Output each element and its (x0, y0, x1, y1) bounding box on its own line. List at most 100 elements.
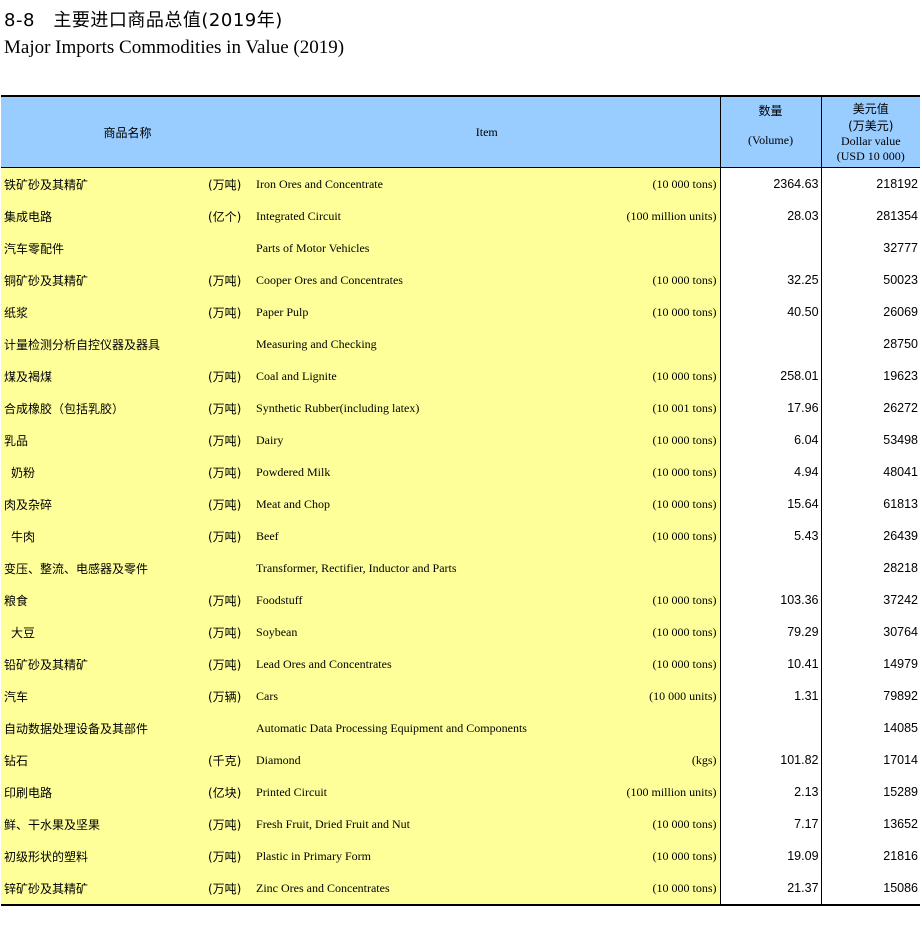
row-name-en: Zinc Ores and Concentrates (254, 872, 565, 905)
row-unit-cn: (万吨) (208, 520, 255, 552)
row-usd-value: 26069 (821, 296, 921, 328)
table-row: 汽车 (万辆) Cars (10 000 units) 1.31 79892 (1, 680, 921, 712)
row-name-cn: 煤及褐煤 (1, 360, 208, 392)
row-usd-value: 19623 (821, 360, 921, 392)
row-volume: 1.31 (720, 680, 822, 712)
row-name-en: Transformer, Rectifier, Inductor and Par… (254, 552, 565, 584)
row-name-cn: 牛肉 (1, 520, 208, 552)
table-body: 铁矿砂及其精矿 (万吨) Iron Ores and Concentrate (10 … (1, 167, 921, 905)
table-row: 奶粉 (万吨) Powdered Milk (10 000 tons) 4.94 4804… (1, 456, 921, 488)
row-usd-value: 21816 (821, 840, 921, 872)
row-unit-en: (10 000 tons) (564, 264, 721, 296)
row-usd-value: 15086 (821, 872, 921, 905)
row-unit-cn: (万吨) (208, 456, 255, 488)
row-name-cn: 肉及杂碎 (1, 488, 208, 520)
row-unit-en: (100 million units) (564, 776, 721, 808)
row-name-en: Lead Ores and Concentrates (254, 648, 565, 680)
row-unit-cn: (万吨) (208, 488, 255, 520)
row-unit-cn: (万吨) (208, 392, 255, 424)
row-unit-cn: (万吨) (208, 424, 255, 456)
table-row: 计量检测分析自控仪器及器具 Measuring and Checking 28750 (1, 328, 921, 360)
row-name-en: Plastic in Primary Form (254, 840, 565, 872)
row-usd-value: 14979 (821, 648, 921, 680)
row-unit-en: (10 000 tons) (564, 648, 721, 680)
row-name-cn: 钻石 (1, 744, 208, 776)
row-name-cn: 初级形状的塑料 (1, 840, 208, 872)
row-usd-value: 15289 (821, 776, 921, 808)
row-unit-en: (10 000 tons) (564, 456, 721, 488)
row-unit-en: (10 000 tons) (564, 808, 721, 840)
table-header-row: 商品名称 Item 数量 (Volume) 美元值 (万美元) Dollar v… (1, 96, 921, 168)
row-name-en: Fresh Fruit, Dried Fruit and Nut (254, 808, 565, 840)
row-volume: 2.13 (720, 776, 822, 808)
row-usd-value: 50023 (821, 264, 921, 296)
row-unit-cn: (万吨) (208, 584, 255, 616)
header-usd: 美元值 (万美元) Dollar value (USD 10 000) (820, 96, 921, 168)
row-unit-cn (208, 712, 255, 744)
table-row: 铅矿砂及其精矿 (万吨) Lead Ores and Concentrates (10… (1, 648, 921, 680)
row-unit-en: (kgs) (564, 744, 721, 776)
row-unit-cn: (万吨) (208, 648, 255, 680)
row-unit-en: (100 million units) (564, 200, 721, 232)
table-row: 肉及杂碎 (万吨) Meat and Chop (10 000 tons) 15.64 6… (1, 488, 921, 520)
row-volume: 10.41 (720, 648, 822, 680)
row-name-en: Synthetic Rubber(including latex) (254, 392, 565, 424)
row-name-cn: 集成电路 (1, 200, 208, 232)
header-volume: 数量 (Volume) (719, 96, 822, 168)
row-volume (720, 552, 822, 584)
row-usd-value: 79892 (821, 680, 921, 712)
table-row: 汽车零配件 Parts of Motor Vehicles 32777 (1, 232, 921, 264)
row-usd-value: 32777 (821, 232, 921, 264)
row-name-en: Iron Ores and Concentrate (254, 167, 565, 200)
row-usd-value: 61813 (821, 488, 921, 520)
row-usd-value: 26439 (821, 520, 921, 552)
header-volume-en: (Volume) (747, 133, 794, 147)
row-name-cn: 纸浆 (1, 296, 208, 328)
row-unit-cn: (千克) (208, 744, 255, 776)
row-name-cn: 奶粉 (1, 456, 208, 488)
row-unit-cn (208, 328, 255, 360)
row-volume: 40.50 (720, 296, 822, 328)
row-name-cn: 鲜、干水果及坚果 (1, 808, 208, 840)
table-row: 初级形状的塑料 (万吨) Plastic in Primary Form (10 00… (1, 840, 921, 872)
row-name-cn: 铁矿砂及其精矿 (1, 167, 208, 200)
row-unit-cn: (万吨) (208, 296, 255, 328)
row-unit-cn: (万吨) (208, 872, 255, 905)
row-name-en: Meat and Chop (254, 488, 565, 520)
row-name-en: Cars (254, 680, 565, 712)
table-row: 铁矿砂及其精矿 (万吨) Iron Ores and Concentrate (10 … (1, 167, 921, 200)
row-name-en: Soybean (254, 616, 565, 648)
header-name-cn: 商品名称 (1, 96, 255, 168)
row-name-en: Powdered Milk (254, 456, 565, 488)
row-volume: 258.01 (720, 360, 822, 392)
row-unit-en: (10 000 tons) (564, 360, 721, 392)
row-usd-value: 13652 (821, 808, 921, 840)
header-volume-cn: 数量 (758, 104, 783, 118)
row-unit-cn: (万吨) (208, 616, 255, 648)
row-unit-en (564, 328, 721, 360)
row-volume: 32.25 (720, 264, 822, 296)
header-item: Item (254, 96, 721, 168)
row-name-en: Cooper Ores and Concentrates (254, 264, 565, 296)
row-name-en: Foodstuff (254, 584, 565, 616)
row-volume: 6.04 (720, 424, 822, 456)
row-usd-value: 28750 (821, 328, 921, 360)
row-name-en: Integrated Circuit (254, 200, 565, 232)
row-usd-value: 14085 (821, 712, 921, 744)
row-volume: 15.64 (720, 488, 822, 520)
row-volume: 21.37 (720, 872, 822, 905)
row-unit-cn: (万吨) (208, 167, 255, 200)
row-volume (720, 232, 822, 264)
row-unit-en: (10 000 tons) (564, 296, 721, 328)
table-row: 锌矿砂及其精矿 (万吨) Zinc Ores and Concentrates (10… (1, 872, 921, 905)
table-row: 铜矿砂及其精矿 (万吨) Cooper Ores and Concentrates(… (1, 264, 921, 296)
row-unit-en (564, 712, 721, 744)
row-usd-value: 37242 (821, 584, 921, 616)
row-name-en: Printed Circuit (254, 776, 565, 808)
table-row: 煤及褐煤 (万吨) Coal and Lignite (10 000 tons) 258… (1, 360, 921, 392)
row-name-cn: 粮食 (1, 584, 208, 616)
header-usd-unit-en: (USD 10 000) (836, 149, 905, 163)
row-volume: 4.94 (720, 456, 822, 488)
table-row: 乳品 (万吨) Dairy (10 000 tons) 6.04 53498 (1, 424, 921, 456)
row-unit-en: (10 000 tons) (564, 584, 721, 616)
